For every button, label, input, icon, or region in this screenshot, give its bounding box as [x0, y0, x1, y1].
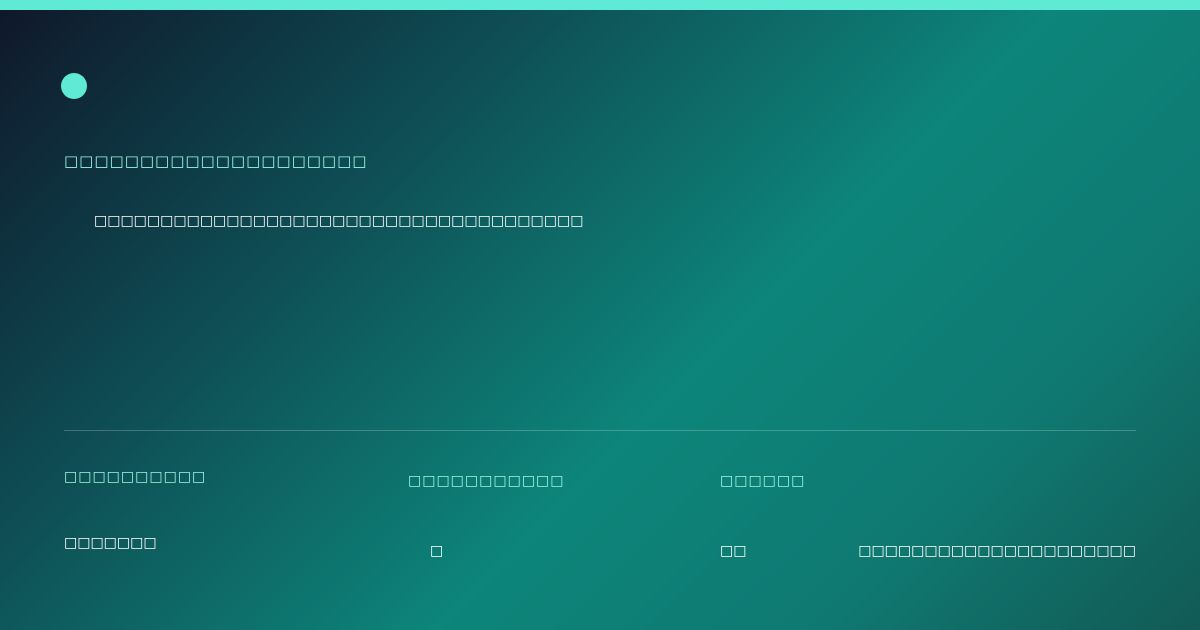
stat-value-2: □ — [430, 543, 444, 559]
subline: □□□□□□□□□□□□□□□□□□□□□□□□□□□□□□□□□□□□□ — [94, 213, 584, 229]
stat-label-1: □□□□□□□□□□ — [64, 469, 207, 485]
divider — [64, 430, 1136, 431]
stat-value-1: □□□□□□□ — [64, 535, 157, 551]
headline: □□□□□□□□□□□□□□□□□□□□ — [64, 152, 368, 170]
logo-dot-icon — [61, 73, 87, 99]
stat-label-2: □□□□□□□□□□□ — [408, 473, 565, 489]
stat-label-3: □□□□□□ — [720, 473, 806, 489]
stat-value-3: □□ — [720, 543, 747, 559]
footer-note: □□□□□□□□□□□□□□□□□□□□□ — [858, 543, 1136, 559]
top-accent-bar — [0, 0, 1200, 10]
